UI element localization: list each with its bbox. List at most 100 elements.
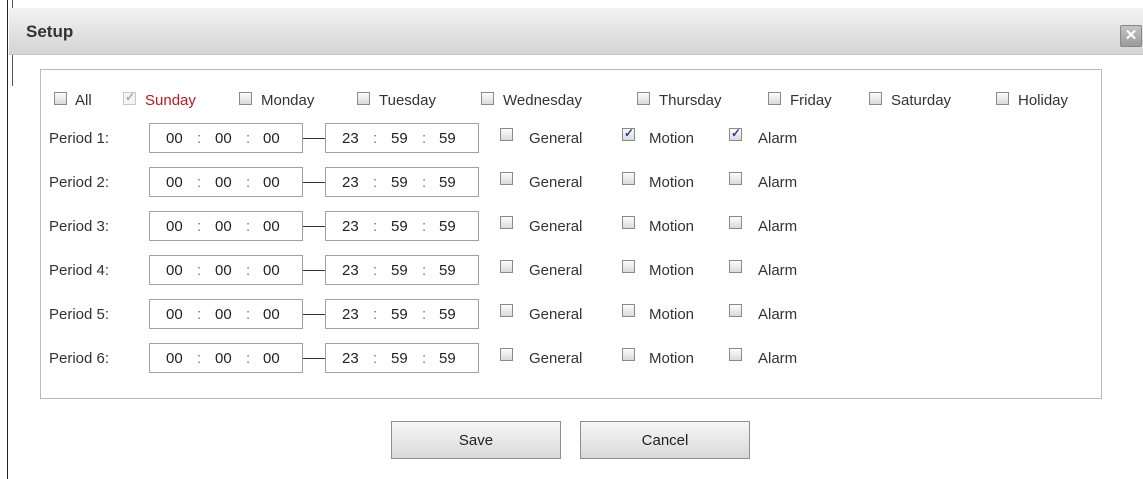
general-checkbox[interactable] [500, 304, 513, 317]
start-time-input[interactable]: 00:00:00 [149, 343, 303, 373]
hour-field[interactable]: 23 [342, 350, 359, 367]
hour-field[interactable]: 23 [342, 130, 359, 147]
alarm-checkbox[interactable] [729, 348, 742, 361]
second-field[interactable]: 59 [439, 218, 456, 235]
save-button[interactable]: Save [391, 421, 561, 459]
end-time-input[interactable]: 23:59:59 [325, 211, 479, 241]
motion-checkbox[interactable] [622, 216, 635, 229]
time-separator: : [422, 174, 427, 191]
start-time-input[interactable]: 00:00:00 [149, 211, 303, 241]
time-separator: : [373, 262, 378, 279]
general-checkbox[interactable] [500, 128, 513, 141]
days-row: All Sunday Monday Tuesday Wednesday Thursday F… [49, 90, 1099, 116]
close-icon[interactable]: ✕ [1120, 25, 1142, 47]
motion-checkbox[interactable] [622, 348, 635, 361]
range-dash [303, 314, 325, 315]
start-time-input[interactable]: 00:00:00 [149, 299, 303, 329]
period-label: Period 2: [49, 174, 110, 191]
alarm-checkbox[interactable] [729, 260, 742, 273]
end-time-input[interactable]: 23:59:59 [325, 167, 479, 197]
period-row: Period 6: 00:00:00 23:59:59 General Motion Al… [49, 343, 829, 374]
minute-field[interactable]: 59 [391, 218, 408, 235]
second-field[interactable]: 59 [439, 306, 456, 323]
motion-checkbox[interactable] [622, 126, 635, 141]
day-checkbox-3[interactable] [357, 92, 370, 105]
hour-field[interactable]: 23 [342, 218, 359, 235]
cancel-button[interactable]: Cancel [580, 421, 750, 459]
minute-field[interactable]: 59 [391, 174, 408, 191]
motion-checkbox[interactable] [622, 304, 635, 317]
time-separator: : [246, 130, 251, 147]
dialog-title: Setup [26, 22, 74, 41]
second-field[interactable]: 00 [263, 306, 280, 323]
second-field[interactable]: 59 [439, 174, 456, 191]
end-time-input[interactable]: 23:59:59 [325, 343, 479, 373]
day-checkbox-6[interactable] [768, 92, 781, 105]
motion-checkbox[interactable] [622, 260, 635, 273]
hour-field[interactable]: 00 [166, 218, 183, 235]
day-checkbox-2[interactable] [239, 92, 252, 105]
day-checkbox-8[interactable] [996, 92, 1009, 105]
time-separator: : [373, 130, 378, 147]
minute-field[interactable]: 59 [391, 306, 408, 323]
minute-field[interactable]: 00 [215, 130, 232, 147]
minute-field[interactable]: 00 [215, 218, 232, 235]
general-checkbox[interactable] [500, 216, 513, 229]
minute-field[interactable]: 59 [391, 350, 408, 367]
start-time-input[interactable]: 00:00:00 [149, 255, 303, 285]
range-dash [303, 270, 325, 271]
minute-field[interactable]: 59 [391, 130, 408, 147]
time-separator: : [197, 174, 202, 191]
minute-field[interactable]: 00 [215, 174, 232, 191]
hour-field[interactable]: 00 [166, 350, 183, 367]
hour-field[interactable]: 00 [166, 130, 183, 147]
general-checkbox[interactable] [500, 260, 513, 273]
end-time-input[interactable]: 23:59:59 [325, 123, 479, 153]
minute-field[interactable]: 00 [215, 306, 232, 323]
general-label: General [529, 262, 583, 279]
hour-field[interactable]: 23 [342, 262, 359, 279]
hour-field[interactable]: 00 [166, 262, 183, 279]
alarm-checkbox[interactable] [729, 304, 742, 317]
hour-field[interactable]: 23 [342, 306, 359, 323]
time-separator: : [197, 130, 202, 147]
start-time-input[interactable]: 00:00:00 [149, 167, 303, 197]
minute-field[interactable]: 00 [215, 350, 232, 367]
second-field[interactable]: 00 [263, 350, 280, 367]
general-checkbox[interactable] [500, 348, 513, 361]
second-field[interactable]: 00 [263, 174, 280, 191]
second-field[interactable]: 00 [263, 130, 280, 147]
minute-field[interactable]: 59 [391, 262, 408, 279]
second-field[interactable]: 59 [439, 130, 456, 147]
alarm-checkbox[interactable] [729, 216, 742, 229]
day-checkbox-0[interactable] [54, 92, 67, 105]
day-checkbox-5[interactable] [637, 92, 650, 105]
motion-checkbox[interactable] [622, 172, 635, 185]
period-label: Period 1: [49, 130, 110, 147]
day-checkbox-7[interactable] [869, 92, 882, 105]
end-time-input[interactable]: 23:59:59 [325, 299, 479, 329]
general-checkbox[interactable] [500, 172, 513, 185]
period-row: Period 4: 00:00:00 23:59:59 General Motion Al… [49, 255, 829, 286]
period-row: Period 1:00:00:0023:59:59GeneralMotionAl… [49, 123, 829, 154]
hour-field[interactable]: 00 [166, 306, 183, 323]
minute-field[interactable]: 00 [215, 262, 232, 279]
second-field[interactable]: 59 [439, 262, 456, 279]
second-field[interactable]: 00 [263, 218, 280, 235]
alarm-checkbox[interactable] [729, 172, 742, 185]
time-separator: : [246, 174, 251, 191]
hour-field[interactable]: 00 [166, 174, 183, 191]
day-checkbox-4[interactable] [481, 92, 494, 105]
motion-label: Motion [649, 174, 695, 191]
second-field[interactable]: 59 [439, 350, 456, 367]
alarm-checkbox[interactable] [729, 126, 742, 141]
alarm-label: Alarm [758, 218, 798, 235]
time-separator: : [197, 350, 202, 367]
hour-field[interactable]: 23 [342, 174, 359, 191]
end-time-input[interactable]: 23:59:59 [325, 255, 479, 285]
period-label: Period 3: [49, 218, 110, 235]
second-field[interactable]: 00 [263, 262, 280, 279]
day-label: Friday [790, 92, 832, 109]
start-time-input[interactable]: 00:00:00 [149, 123, 303, 153]
period-row: Period 2: 00:00:00 23:59:59 General Motion Al… [49, 167, 829, 198]
